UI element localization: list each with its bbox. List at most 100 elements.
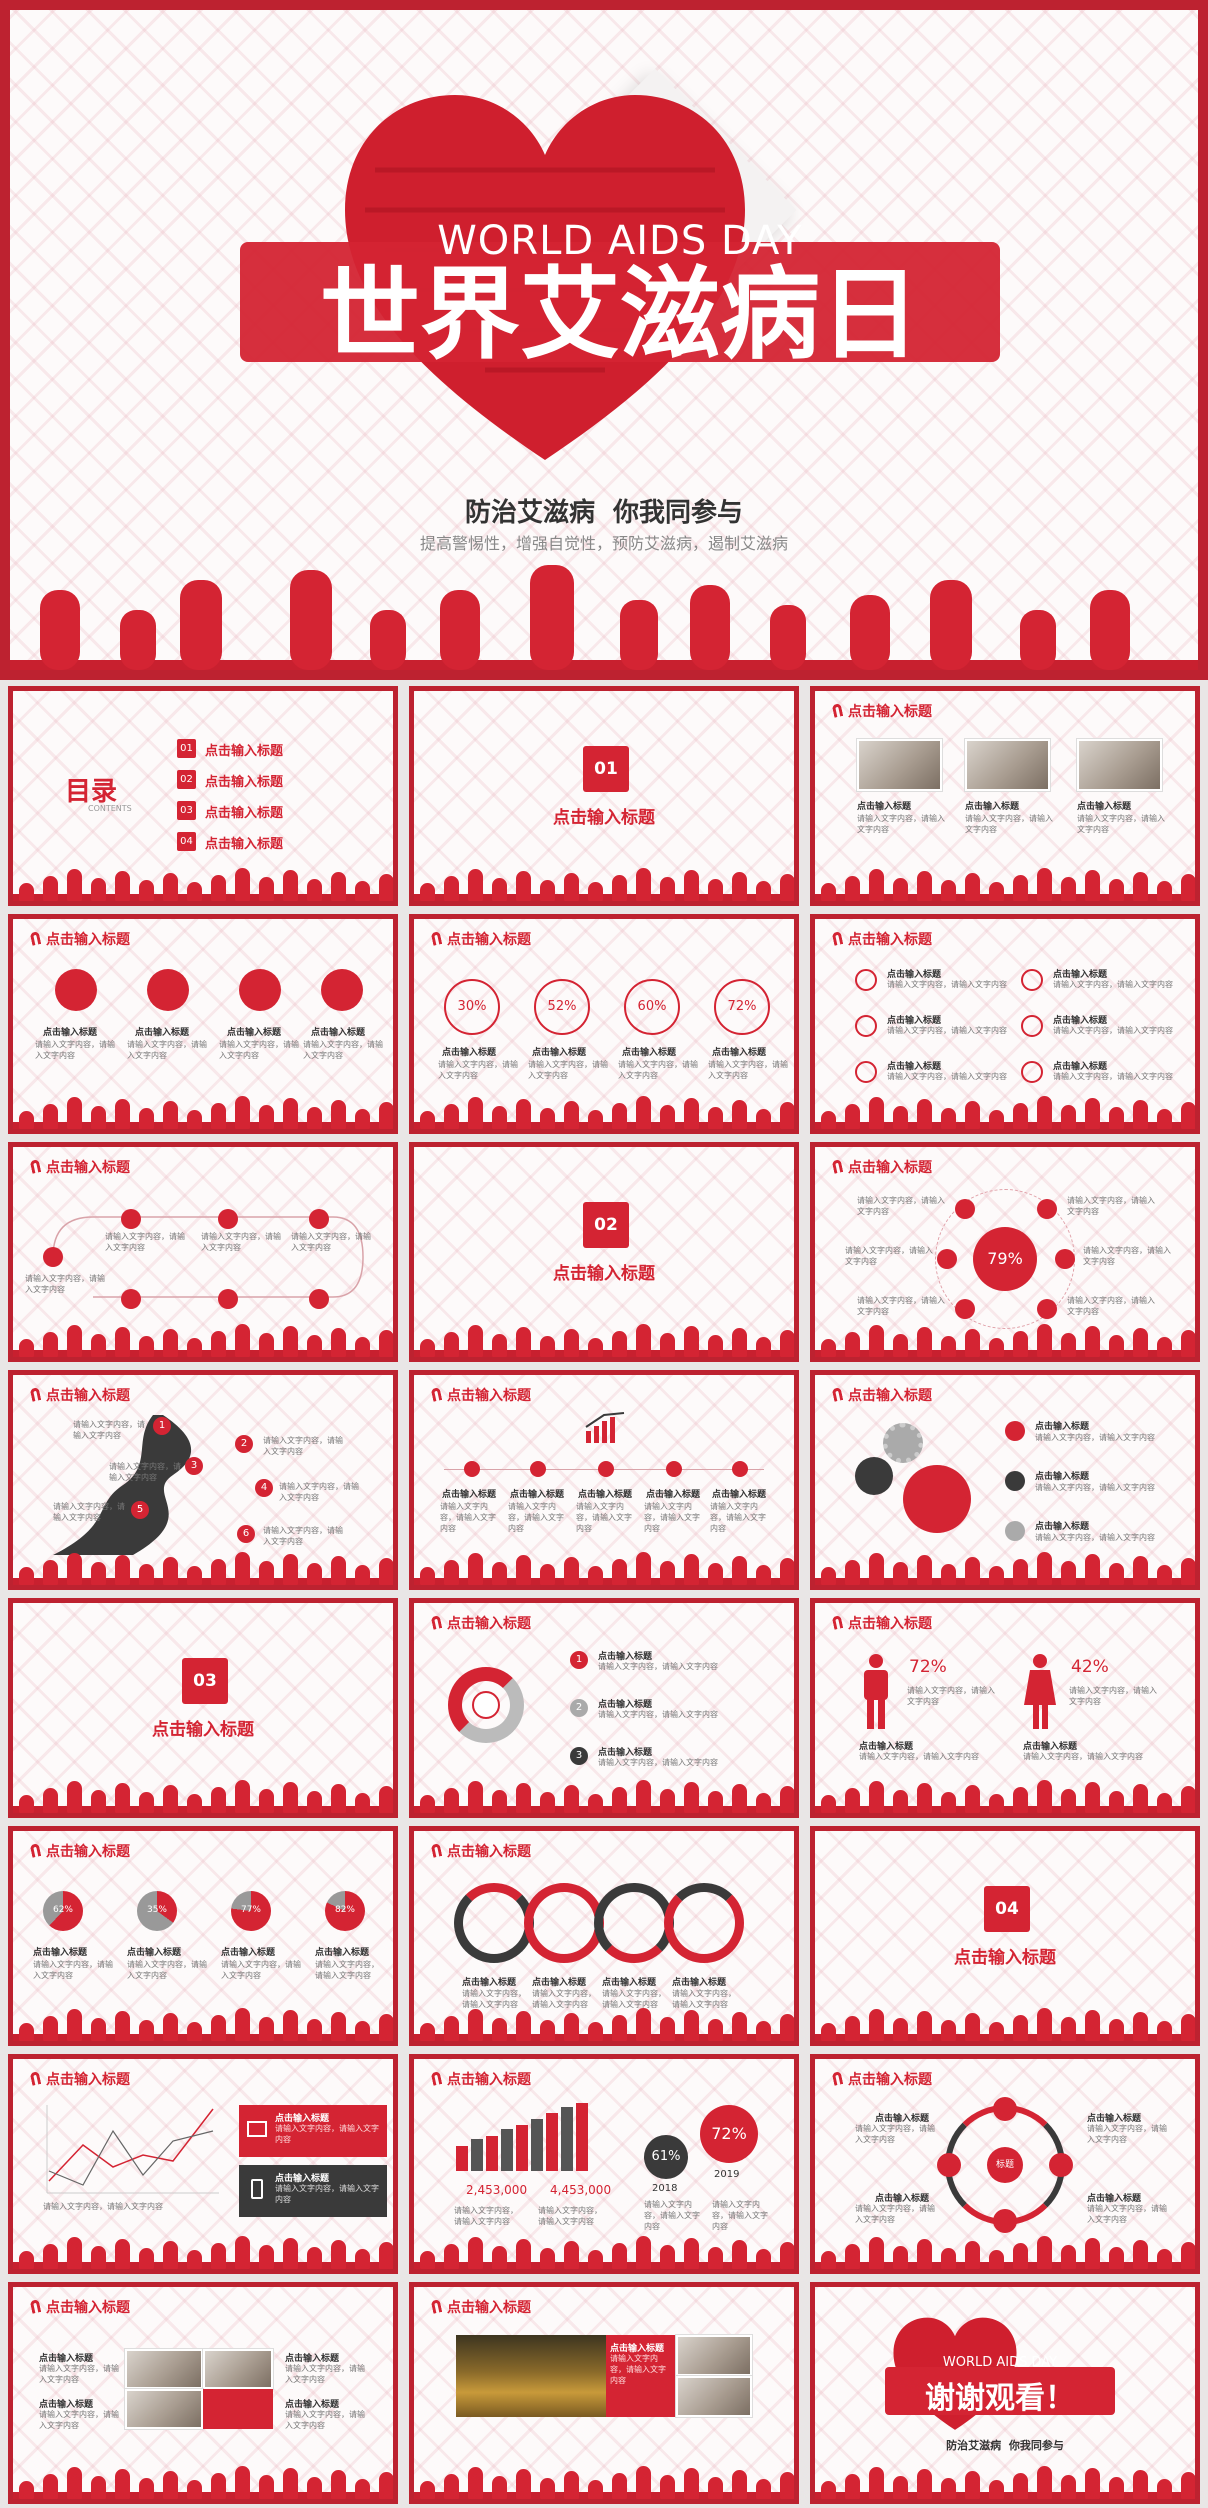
pen-icon xyxy=(1021,1061,1043,1083)
hand-shape xyxy=(492,2246,507,2269)
hand-shape xyxy=(564,1785,579,1813)
hand-shape xyxy=(444,2016,459,2041)
toc-item-2[interactable]: 点击输入标题 xyxy=(205,771,283,790)
hand-shape xyxy=(331,2240,346,2269)
pies-slide: 点击输入标题 62% 35% 77% 82% 点击输入标题 点击输入标题 点击输… xyxy=(8,1826,398,2046)
hand-shape xyxy=(91,1562,106,1585)
slide-hands xyxy=(815,2459,1195,2499)
hand-shape xyxy=(139,880,154,901)
flow-node xyxy=(121,1209,141,1229)
hand-shape xyxy=(187,2480,202,2499)
slide-hands xyxy=(815,1545,1195,1585)
hub-slide: 点击输入标题 79% 请输入文字内容，请输入文字内容 请输入文字内容，请输入文字… xyxy=(810,1142,1200,1362)
item-title: 点击输入标题 xyxy=(127,1948,182,1958)
slide-title: 点击输入标题 xyxy=(831,2069,932,2089)
hand-shape xyxy=(91,2476,106,2499)
hand-shape xyxy=(612,875,627,901)
hand-shape xyxy=(283,2238,298,2269)
hand-shape xyxy=(379,2472,393,2499)
body-text: 请输入文字内容，请输入文字内容 xyxy=(53,1502,125,1522)
hand-shape xyxy=(540,2248,555,2269)
hand-shape xyxy=(259,1105,274,1129)
hand-shape xyxy=(756,1109,771,1129)
ribbon-icon xyxy=(831,1159,844,1174)
female-icon xyxy=(1024,1654,1056,1729)
hand-shape xyxy=(283,1782,298,1813)
hand-shape xyxy=(19,1795,34,1813)
hand-shape xyxy=(660,2017,675,2041)
hand-shape xyxy=(1061,1789,1076,1813)
section-title[interactable]: 点击输入标题 xyxy=(414,1259,794,1284)
hand-shape xyxy=(564,1101,579,1129)
slide-hands xyxy=(13,861,393,901)
hand-shape xyxy=(684,1782,699,1813)
body-text: 请输入文字内容，请输入文字内容 xyxy=(1053,980,1173,989)
hand-shape xyxy=(331,872,346,901)
item-title: 点击输入标题 xyxy=(227,1028,282,1038)
hand-shape xyxy=(684,2010,699,2041)
cycle-slide: 点击输入标题 标题 点击输入标题 点击输入标题 点击输入标题 点击输入标题 请输… xyxy=(810,2054,1200,2274)
item-title: 点击输入标题 xyxy=(315,1948,370,1958)
hand-shape xyxy=(893,2018,908,2041)
star-icon xyxy=(1055,1249,1075,1269)
step-2: 2 xyxy=(235,1435,253,1453)
hand-shape xyxy=(893,2246,908,2269)
hand-shape xyxy=(1181,874,1195,901)
body-text: 请输入文字内容，请输入文字内容 xyxy=(1087,2204,1167,2224)
hand-shape xyxy=(941,880,956,901)
hand-shape xyxy=(307,2247,322,2269)
flow-node xyxy=(309,1209,329,1229)
section-title[interactable]: 点击输入标题 xyxy=(414,803,794,828)
hand-shape xyxy=(235,1780,250,1813)
hand-shape xyxy=(516,2239,531,2269)
hand-shape xyxy=(965,2241,980,2269)
hand-shape xyxy=(355,1337,370,1357)
hand-shape xyxy=(540,1336,555,1357)
toc-item-3[interactable]: 点击输入标题 xyxy=(205,802,283,821)
hand-shape xyxy=(989,1338,1004,1357)
ribbon-icon xyxy=(29,1159,42,1174)
slide-hands xyxy=(13,2459,393,2499)
stat-b: 4,453,000 xyxy=(550,2183,612,2197)
hand-shape xyxy=(1061,1333,1076,1357)
step-6: 6 xyxy=(237,1525,255,1543)
toc-item-1[interactable]: 点击输入标题 xyxy=(205,740,283,759)
hand-shape xyxy=(211,1103,226,1129)
hand-shape xyxy=(1157,2249,1172,2269)
photos-slide: 点击输入标题 点击输入标题 点击输入标题 点击输入标题 请输入文字内容，请输入文… xyxy=(810,686,1200,906)
item-title: 点击输入标题 xyxy=(965,802,1020,812)
slide-hands xyxy=(13,2229,393,2269)
body-text: 请输入文字内容，请输入文字内容 xyxy=(201,1232,281,1252)
section-title[interactable]: 点击输入标题 xyxy=(13,1715,393,1740)
hand-shape xyxy=(211,1331,226,1357)
section-title[interactable]: 点击输入标题 xyxy=(815,1943,1195,1968)
gender-slide: 点击输入标题 72% 42% 请输入文字内容，请输入文字内容 请输入文字内容，请… xyxy=(810,1598,1200,1818)
slide-hands xyxy=(815,1773,1195,1813)
toc-subtitle: CONTENTS xyxy=(88,804,132,813)
slide-hands xyxy=(414,1089,794,1129)
hand-shape xyxy=(468,869,483,901)
hand-shape xyxy=(468,2467,483,2499)
hand-shape xyxy=(19,883,34,901)
hand-shape xyxy=(43,1332,58,1357)
hand-shape xyxy=(588,2480,603,2499)
hand-shape xyxy=(307,2477,322,2499)
hand-shape xyxy=(355,1109,370,1129)
step-4: 4 xyxy=(255,1479,273,1497)
hand-shape xyxy=(660,1789,675,1813)
hand-shape xyxy=(1013,1331,1028,1357)
hand-shape xyxy=(1013,1787,1028,1813)
hand-shape xyxy=(540,1792,555,1813)
body-text: 请输入文字内容，请输入文字内容 xyxy=(43,2202,163,2211)
hand-shape xyxy=(67,2467,82,2499)
hand-shape xyxy=(1013,2243,1028,2269)
hand-shape xyxy=(492,2476,507,2499)
hand-shape xyxy=(636,2466,651,2499)
hand-shape xyxy=(540,1564,555,1585)
toc-item-4[interactable]: 点击输入标题 xyxy=(205,833,283,852)
hand-shape xyxy=(19,2251,34,2269)
hand-shape xyxy=(1109,879,1124,901)
body-text: 请输入文字内容，请输入文字内容 xyxy=(855,2204,935,2224)
body-text: 请输入文字内容，请输入文字内容 xyxy=(576,1502,632,1533)
hand-shape xyxy=(163,1785,178,1813)
